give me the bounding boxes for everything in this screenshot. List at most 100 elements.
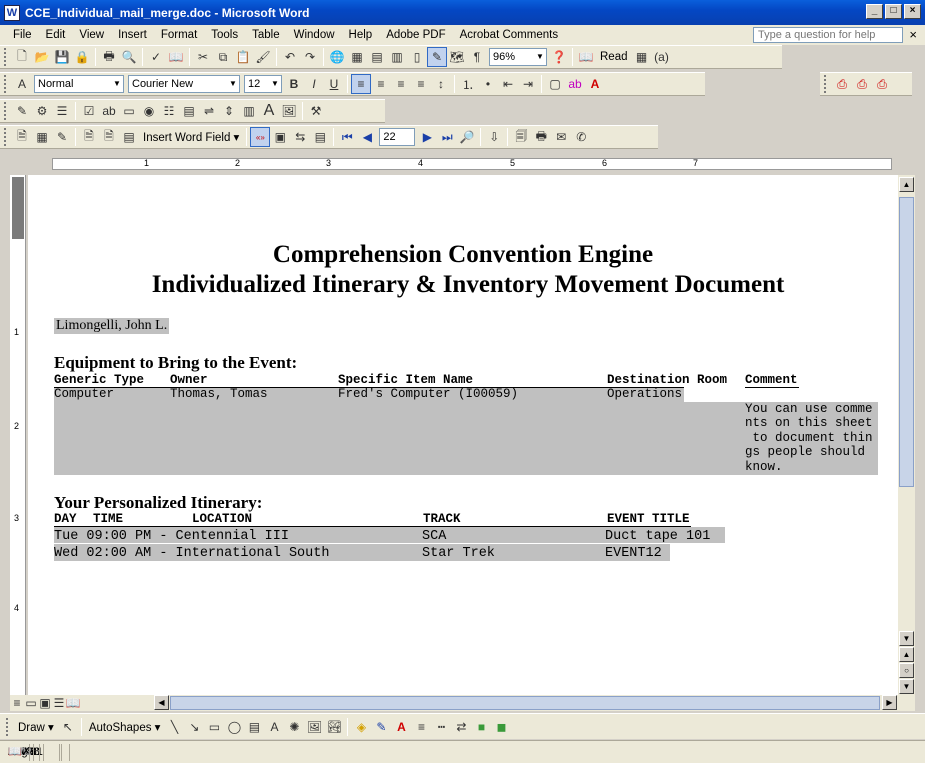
find-entry-icon[interactable]: 🔎	[457, 127, 477, 147]
menu-window[interactable]: Window	[287, 29, 342, 41]
horizontal-scrollbar[interactable]: ≡ ▭ ▣ ☰ 📖 ◀ ▶	[10, 695, 915, 711]
command-button-icon[interactable]: ▭	[119, 101, 139, 121]
open-data-source-icon[interactable]: ▦	[32, 127, 52, 147]
menu-file[interactable]: File	[6, 29, 39, 41]
scroll-right-icon[interactable]: ▶	[882, 695, 897, 710]
menu-format[interactable]: Format	[154, 29, 204, 41]
justify-icon[interactable]: ≡	[411, 74, 431, 94]
drawing-icon[interactable]: ✎	[427, 47, 447, 67]
bullets-icon[interactable]: •	[478, 74, 498, 94]
maximize-button[interactable]: □	[885, 4, 902, 19]
last-record-icon[interactable]: ⏭	[437, 127, 457, 147]
arrow-icon[interactable]: ↘	[184, 717, 204, 737]
highlight-icon[interactable]: ab	[565, 74, 585, 94]
main-document-setup-icon[interactable]: 🗎	[12, 127, 32, 147]
read-icon[interactable]: 📖	[576, 47, 596, 67]
dash-style-icon[interactable]: ┅	[431, 717, 451, 737]
research-icon[interactable]: 📖	[166, 47, 186, 67]
toolbar-grip[interactable]	[824, 75, 828, 93]
insert-table-icon[interactable]: ▤	[367, 47, 387, 67]
zoom-select[interactable]: 96% ▼	[489, 48, 547, 66]
menu-adobe-pdf[interactable]: Adobe PDF	[379, 29, 452, 41]
arrow-style-icon[interactable]: ⇄	[451, 717, 471, 737]
previous-page-icon[interactable]: ▲	[899, 647, 914, 662]
style-select[interactable]: Normal ▼	[34, 75, 124, 93]
next-page-icon[interactable]: ▼	[899, 679, 914, 694]
line-icon[interactable]: ╲	[164, 717, 184, 737]
merge-to-document-icon[interactable]: 🗐	[511, 127, 531, 147]
option-button-icon[interactable]: ◉	[139, 101, 159, 121]
clip-art-icon[interactable]: 🖼	[304, 717, 324, 737]
document-close-icon[interactable]: ×	[909, 27, 917, 42]
save-icon[interactable]: 💾	[52, 47, 72, 67]
toolbar-grip[interactable]	[6, 717, 10, 736]
document-map-icon[interactable]: 🗺	[447, 47, 467, 67]
vertical-scrollbar[interactable]: ▲ ▼ ▲ ○ ▼	[898, 175, 915, 695]
view-merged-data-icon[interactable]: «»	[250, 127, 271, 147]
increase-indent-icon[interactable]: ⇥	[518, 74, 538, 94]
image-control-icon[interactable]: 🖼	[279, 101, 299, 121]
outline-view-icon[interactable]: ☰	[52, 693, 66, 713]
design-mode-icon[interactable]: ⚙	[32, 101, 52, 121]
menu-acrobat-comments[interactable]: Acrobat Comments	[453, 29, 565, 41]
toolbar-grip[interactable]	[4, 102, 8, 120]
cut-icon[interactable]: ✂	[193, 47, 213, 67]
oval-icon[interactable]: ◯	[224, 717, 244, 737]
textbox-control-icon[interactable]: ab	[99, 101, 119, 121]
open-icon[interactable]: 📂	[32, 47, 52, 67]
rectangle-icon[interactable]: ▭	[204, 717, 224, 737]
line-color-icon[interactable]: ✎	[371, 717, 391, 737]
horizontal-ruler[interactable]: 1 2 3 4 5 6 7	[10, 155, 915, 173]
print-preview-icon[interactable]: 🔍	[119, 47, 139, 67]
scroll-up-icon[interactable]: ▲	[899, 177, 914, 192]
menu-table[interactable]: Table	[245, 29, 287, 41]
merge-to-printer-icon[interactable]: 🖶	[531, 127, 551, 147]
read-button[interactable]: Read	[596, 51, 632, 63]
macro-icon[interactable]: (a)	[652, 47, 672, 67]
convert-pdf-icon[interactable]: ⎙	[832, 74, 852, 94]
permission-icon[interactable]: 🔒	[72, 47, 92, 67]
checkbox-control-icon[interactable]: ☑	[79, 101, 99, 121]
previous-record-icon[interactable]: ◀	[357, 127, 377, 147]
autoshapes-button[interactable]: AutoShapes ▾	[85, 720, 165, 734]
insert-excel-icon[interactable]: ▥	[387, 47, 407, 67]
propagate-labels-icon[interactable]: ▤	[310, 127, 330, 147]
minimize-button[interactable]: _	[866, 4, 883, 19]
scroll-down-icon[interactable]: ▼	[899, 631, 914, 646]
redo-icon[interactable]: ↷	[300, 47, 320, 67]
print-icon[interactable]: 🖶	[99, 47, 119, 67]
wordart-icon[interactable]: A	[264, 717, 284, 737]
borders-icon[interactable]: ▢	[545, 74, 565, 94]
underline-icon[interactable]: U	[324, 74, 344, 94]
undo-icon[interactable]: ↶	[280, 47, 300, 67]
label-control-icon[interactable]: A	[259, 101, 279, 121]
align-left-icon[interactable]: ≡	[351, 74, 371, 94]
vertical-scroll-thumb[interactable]	[899, 197, 914, 487]
toolbar-grip[interactable]	[4, 128, 8, 146]
columns-icon[interactable]: ▯	[407, 47, 427, 67]
menu-help[interactable]: Help	[342, 29, 380, 41]
pdf-email-icon[interactable]: ⎙	[852, 74, 872, 94]
menu-tools[interactable]: Tools	[204, 29, 245, 41]
reading-layout-icon[interactable]: 📖	[66, 693, 81, 713]
spelling-status-icon[interactable]: 📖✗	[0, 743, 40, 761]
align-center-icon[interactable]: ≡	[371, 74, 391, 94]
new-document-icon[interactable]: 🗋	[12, 47, 32, 67]
grid-icon[interactable]: ▦	[632, 47, 652, 67]
pdf-review-icon[interactable]: ⎙	[872, 74, 892, 94]
combobox-icon[interactable]: ▤	[179, 101, 199, 121]
line-spacing-icon[interactable]: ↕	[431, 74, 451, 94]
browse-object-icon[interactable]: ○	[899, 663, 914, 678]
show-hide-icon[interactable]: ¶	[467, 47, 487, 67]
next-record-icon[interactable]: ▶	[417, 127, 437, 147]
toolbar-grip[interactable]	[4, 75, 8, 93]
3d-style-icon[interactable]: ◼	[491, 717, 511, 737]
menu-insert[interactable]: Insert	[111, 29, 154, 41]
bold-icon[interactable]: B	[284, 74, 304, 94]
print-layout-icon[interactable]: ▣	[38, 693, 52, 713]
insert-greeting-icon[interactable]: 🗎	[99, 127, 119, 147]
italic-icon[interactable]: I	[304, 74, 324, 94]
scroll-left-icon[interactable]: ◀	[154, 695, 169, 710]
help-icon[interactable]: ❓	[549, 47, 569, 67]
draw-table-icon[interactable]: ✎	[12, 101, 32, 121]
